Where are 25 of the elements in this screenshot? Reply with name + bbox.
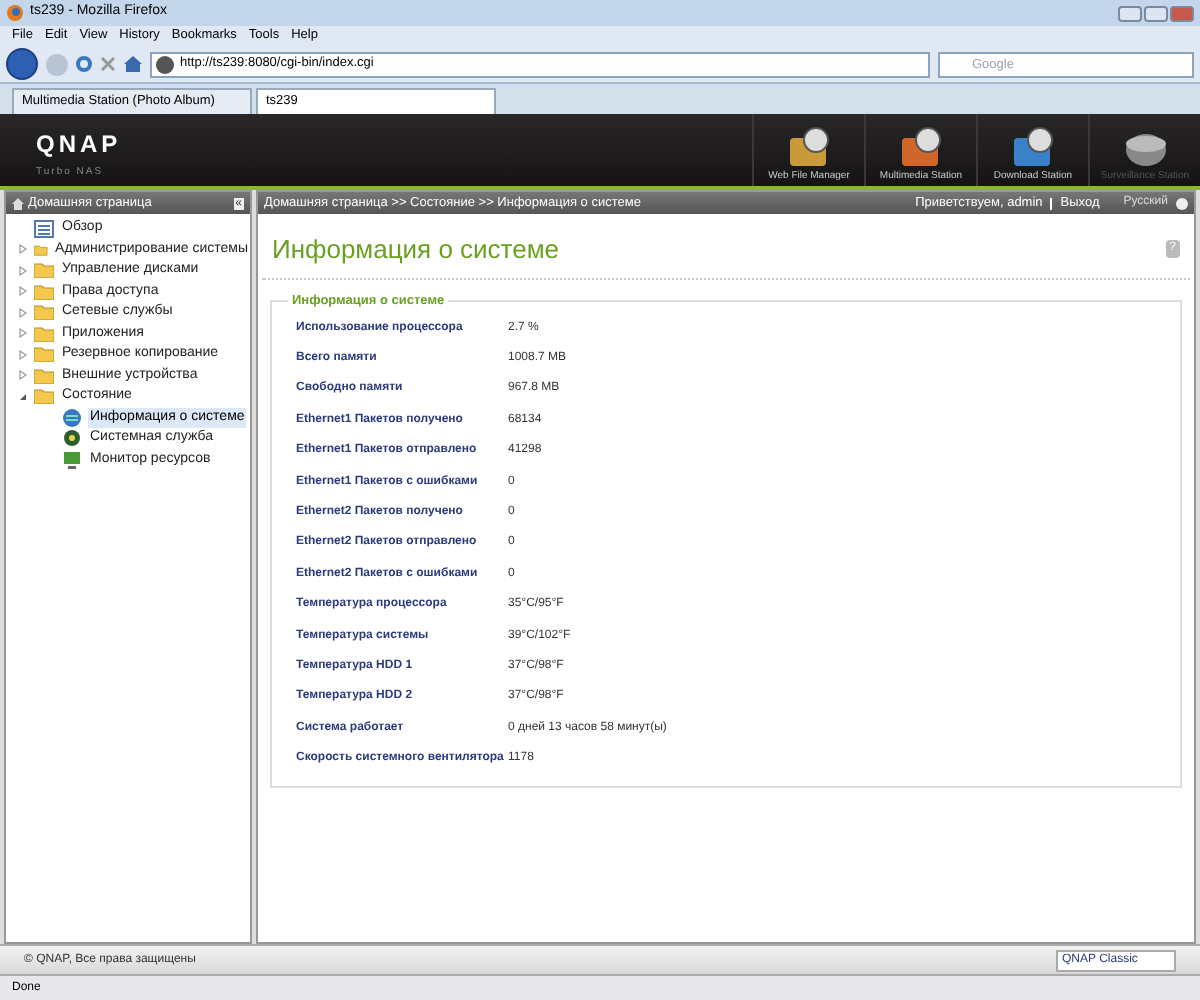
dropdown-icon[interactable] bbox=[1176, 197, 1188, 209]
minimize-icon[interactable] bbox=[1118, 5, 1142, 21]
stop-icon[interactable] bbox=[100, 56, 116, 72]
collapsed-arrow-icon[interactable] bbox=[18, 244, 28, 255]
list-icon bbox=[34, 219, 54, 238]
monitor-icon bbox=[62, 449, 82, 470]
close-icon[interactable] bbox=[1170, 5, 1194, 21]
gear-icon bbox=[62, 428, 82, 449]
forward-button[interactable] bbox=[46, 53, 68, 75]
collapsed-arrow-icon[interactable] bbox=[18, 286, 28, 297]
collapsed-arrow-icon[interactable] bbox=[18, 307, 28, 318]
collapsed-arrow-icon[interactable] bbox=[18, 328, 28, 339]
logo: QNAP bbox=[36, 128, 122, 162]
collapsed-arrow-icon[interactable] bbox=[18, 349, 28, 360]
home-icon[interactable] bbox=[124, 56, 142, 72]
collapsed-arrow-icon[interactable] bbox=[18, 370, 28, 381]
maximize-icon[interactable] bbox=[1144, 5, 1168, 21]
reload-icon[interactable] bbox=[76, 56, 92, 72]
collapsed-arrow-icon[interactable] bbox=[18, 265, 28, 276]
open-folder-icon bbox=[34, 388, 54, 405]
home-icon bbox=[12, 197, 24, 209]
expanded-arrow-icon[interactable] bbox=[18, 391, 28, 402]
globe-icon bbox=[62, 407, 82, 428]
page-title: Информация о системе bbox=[272, 232, 560, 268]
back-button[interactable] bbox=[6, 48, 38, 80]
